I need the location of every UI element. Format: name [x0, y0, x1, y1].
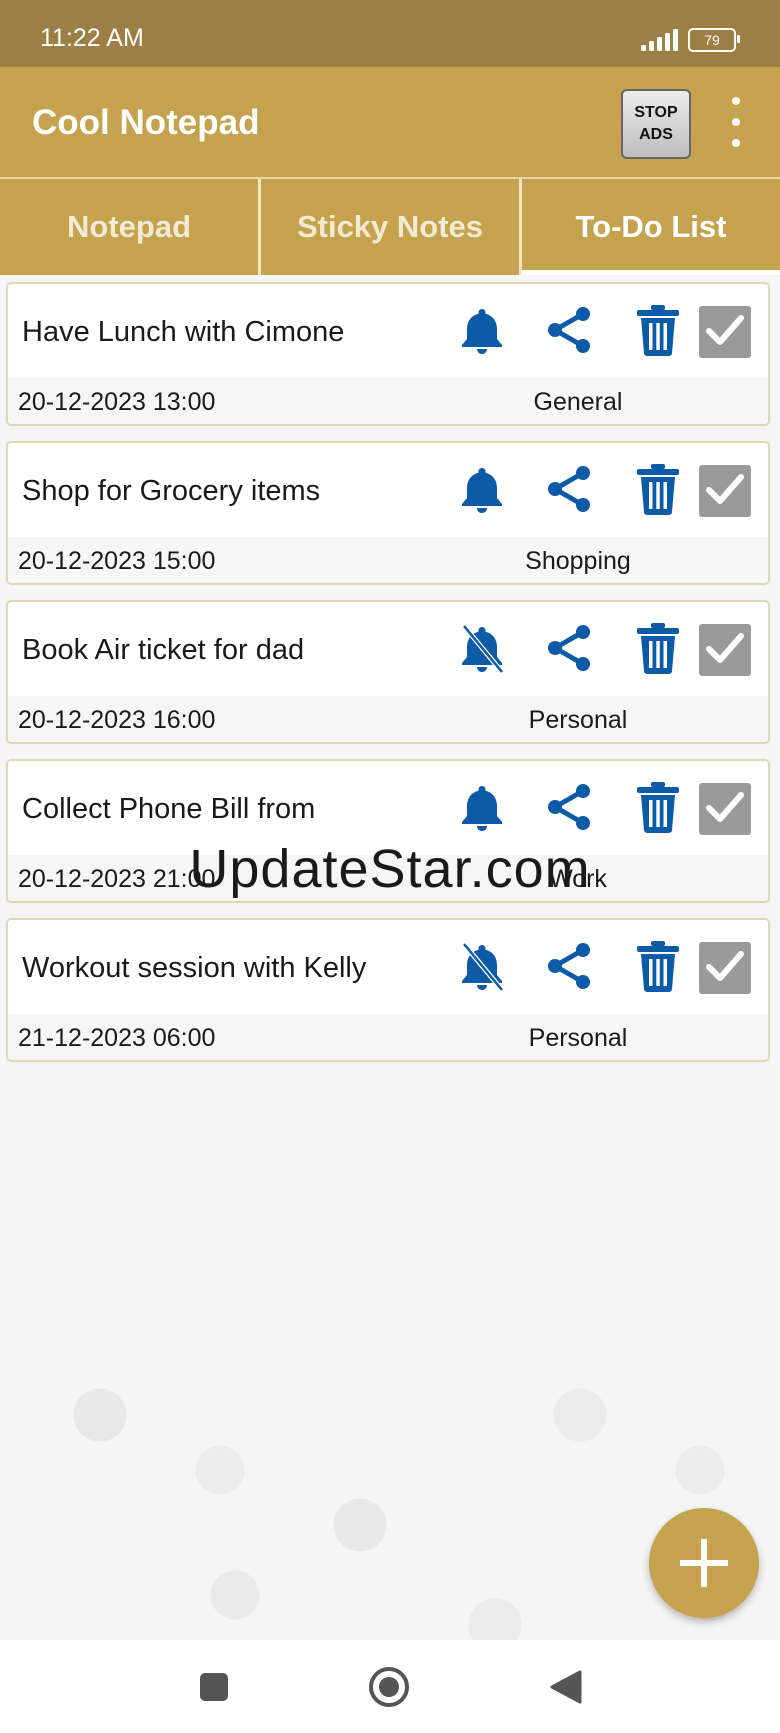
share-button[interactable]	[541, 463, 597, 519]
signal-icon	[641, 29, 678, 51]
status-bar: 11:22 AM 79	[0, 0, 780, 67]
home-button[interactable]	[366, 1664, 412, 1710]
tab-notepad[interactable]: Notepad	[0, 179, 258, 275]
reminder-button[interactable]	[454, 622, 510, 678]
stop-ads-button[interactable]: STOP ADS	[621, 89, 691, 159]
share-icon	[542, 780, 596, 839]
todo-title: Workout session with Kelly	[22, 952, 367, 984]
complete-checkbox[interactable]	[699, 942, 751, 994]
back-button[interactable]	[543, 1664, 589, 1710]
trash-icon	[634, 780, 682, 839]
checkmark-icon	[705, 949, 745, 988]
share-icon	[542, 621, 596, 680]
todo-title: Have Lunch with Cimone	[22, 316, 345, 348]
share-button[interactable]	[541, 304, 597, 360]
battery-level: 79	[704, 32, 720, 48]
app-bar: Cool Notepad STOP ADS	[0, 67, 780, 179]
app-title: Cool Notepad	[32, 103, 260, 142]
status-time: 11:22 AM	[40, 24, 144, 52]
todo-list: Have Lunch with Cimone 20-12-2023 13:00 …	[6, 282, 774, 1077]
todo-card[interactable]: Have Lunch with Cimone 20-12-2023 13:00 …	[6, 282, 770, 426]
stop-ads-label-line1: STOP	[634, 104, 678, 121]
todo-content: Have Lunch with Cimone 20-12-2023 13:00 …	[0, 275, 780, 1640]
share-icon	[542, 462, 596, 521]
trash-icon	[634, 303, 682, 362]
share-button[interactable]	[541, 940, 597, 996]
reminder-button[interactable]	[454, 463, 510, 519]
delete-button[interactable]	[630, 940, 686, 996]
todo-card[interactable]: Workout session with Kelly 21-12-2023 06…	[6, 918, 770, 1062]
circle-icon	[369, 1667, 409, 1707]
tab-bar: Notepad Sticky Notes To-Do List	[0, 179, 780, 275]
delete-button[interactable]	[630, 304, 686, 360]
todo-category: Work	[549, 865, 607, 893]
checkmark-icon	[705, 790, 745, 829]
todo-title: Collect Phone Bill from	[22, 793, 316, 825]
checkmark-icon	[705, 631, 745, 670]
tab-sticky-notes[interactable]: Sticky Notes	[258, 179, 519, 275]
battery-icon: 79	[688, 28, 740, 52]
back-triangle-icon	[550, 1670, 582, 1704]
bell-icon	[457, 304, 507, 361]
recents-button[interactable]	[191, 1664, 237, 1710]
complete-checkbox[interactable]	[699, 465, 751, 517]
todo-card[interactable]: Collect Phone Bill from 20-12-2023 21:00…	[6, 759, 770, 903]
checkmark-icon	[705, 472, 745, 511]
bell-icon	[457, 781, 507, 838]
tab-to-do-list[interactable]: To-Do List	[519, 179, 780, 275]
todo-datetime: 20-12-2023 13:00	[18, 388, 216, 416]
todo-category: General	[533, 388, 623, 416]
checkmark-icon	[705, 313, 745, 352]
bell-off-icon	[457, 622, 507, 679]
todo-title: Book Air ticket for dad	[22, 634, 305, 666]
complete-checkbox[interactable]	[699, 624, 751, 676]
todo-datetime: 21-12-2023 06:00	[18, 1024, 216, 1052]
share-button[interactable]	[541, 622, 597, 678]
bell-icon	[457, 463, 507, 520]
more-options-icon[interactable]	[725, 97, 747, 147]
todo-category: Personal	[528, 706, 628, 734]
reminder-button[interactable]	[454, 304, 510, 360]
add-todo-button[interactable]	[649, 1508, 759, 1618]
trash-icon	[634, 462, 682, 521]
reminder-button[interactable]	[454, 940, 510, 996]
complete-checkbox[interactable]	[699, 306, 751, 358]
square-icon	[200, 1673, 228, 1701]
trash-icon	[634, 939, 682, 998]
bell-off-icon	[457, 940, 507, 997]
system-nav-bar	[0, 1640, 780, 1733]
todo-datetime: 20-12-2023 15:00	[18, 547, 216, 575]
reminder-button[interactable]	[454, 781, 510, 837]
delete-button[interactable]	[630, 622, 686, 678]
plus-icon	[680, 1539, 728, 1587]
todo-card[interactable]: Book Air ticket for dad 20-12-2023 16:00…	[6, 600, 770, 744]
todo-title: Shop for Grocery items	[22, 475, 321, 507]
trash-icon	[634, 621, 682, 680]
delete-button[interactable]	[630, 463, 686, 519]
todo-datetime: 20-12-2023 16:00	[18, 706, 216, 734]
share-icon	[542, 939, 596, 998]
todo-card[interactable]: Shop for Grocery items 20-12-2023 15:00 …	[6, 441, 770, 585]
complete-checkbox[interactable]	[699, 783, 751, 835]
stop-ads-label-line2: ADS	[639, 126, 673, 143]
todo-datetime: 20-12-2023 21:00	[18, 865, 216, 893]
delete-button[interactable]	[630, 781, 686, 837]
todo-category: Shopping	[525, 547, 631, 575]
share-button[interactable]	[541, 781, 597, 837]
todo-category: Personal	[528, 1024, 628, 1052]
share-icon	[542, 303, 596, 362]
